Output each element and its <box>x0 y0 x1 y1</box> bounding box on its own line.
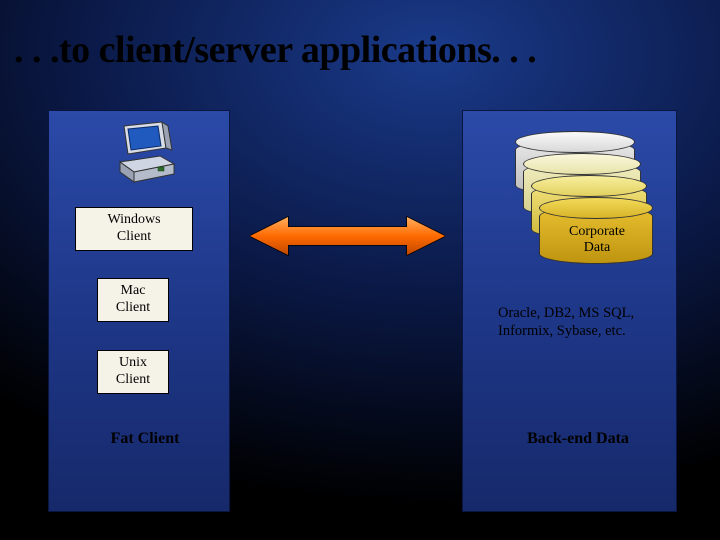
client-box-line1: Unix <box>98 355 168 372</box>
database-list: Oracle, DB2, MS SQL, Informix, Sybase, e… <box>498 304 668 340</box>
computer-icon <box>110 120 180 190</box>
client-box-line1: Mac <box>98 283 168 300</box>
client-box-line2: Client <box>98 372 168 389</box>
double-arrow-icon <box>250 215 445 257</box>
client-box-line2: Client <box>98 300 168 317</box>
corporate-data-line2: Data <box>547 240 647 256</box>
client-box-unix: Unix Client <box>97 350 169 394</box>
client-box-line1: Windows <box>76 212 192 229</box>
client-box-windows: Windows Client <box>75 207 193 251</box>
slide-title: . . .to client/server applications. . . <box>14 28 536 72</box>
back-end-label: Back-end Data <box>498 430 658 448</box>
client-box-mac: Mac Client <box>97 278 169 322</box>
fat-client-label: Fat Client <box>85 430 205 448</box>
corporate-data-label: Corporate Data <box>547 224 647 256</box>
client-box-line2: Client <box>76 229 192 246</box>
corporate-data-line1: Corporate <box>547 224 647 240</box>
